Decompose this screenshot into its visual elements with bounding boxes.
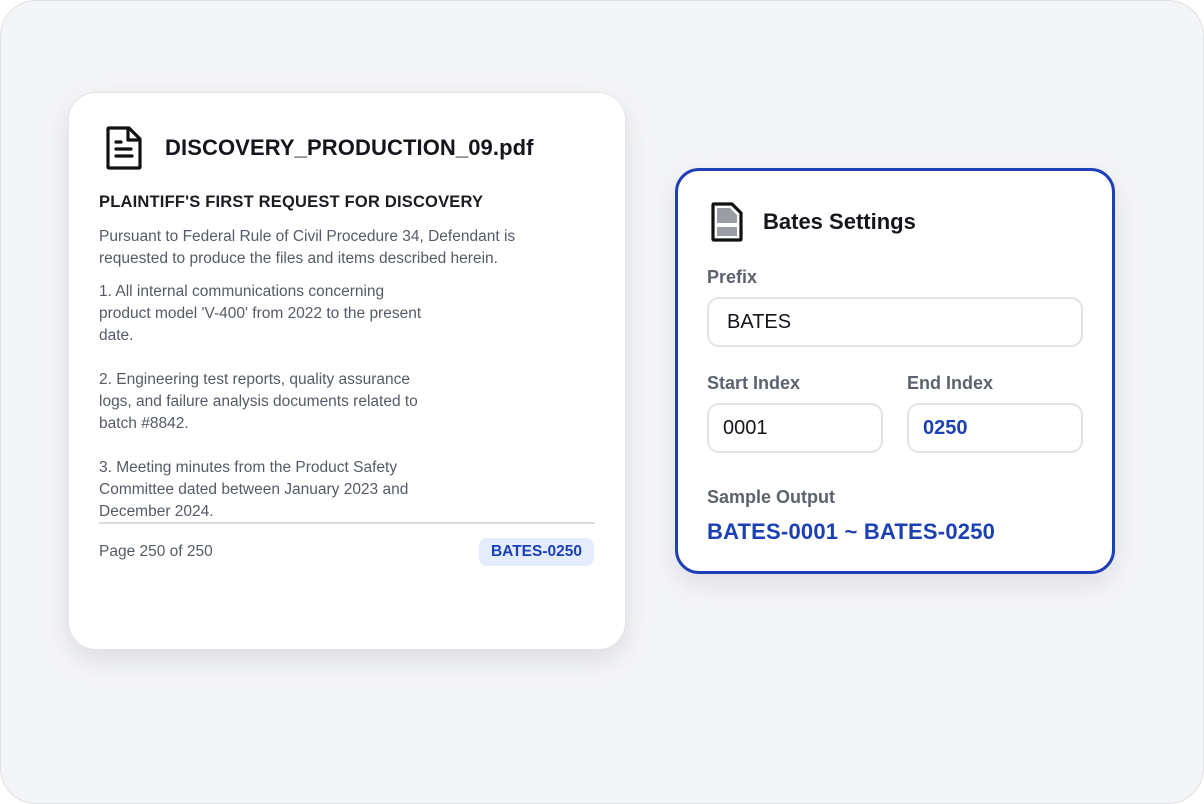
- prefix-label: Prefix: [707, 267, 758, 287]
- document-header: DISCOVERY_PRODUCTION_09.pdf: [105, 125, 534, 171]
- document-heading: PLAINTIFF'S FIRST REQUEST FOR DISCOVERY: [99, 193, 484, 211]
- end-index-label: End Index: [907, 373, 994, 393]
- bates-file-icon: [711, 202, 743, 242]
- settings-header: Bates Settings: [710, 201, 916, 243]
- document-icon: [106, 126, 142, 170]
- bates-stamp-badge: BATES-0250: [478, 538, 594, 566]
- document-intro: Pursuant to Federal Rule of Civil Proced…: [99, 228, 516, 267]
- page-indicator: Page 250 of 250: [99, 543, 213, 560]
- request-item-1: 1. All internal communications concernin…: [99, 283, 422, 344]
- sample-output-value: BATES-0001 ~ BATES-0250: [707, 519, 996, 544]
- document-filename: DISCOVERY_PRODUCTION_09.pdf: [165, 135, 534, 160]
- prefix-input[interactable]: [707, 297, 1083, 347]
- end-index-input[interactable]: [907, 403, 1083, 453]
- sample-output-label: Sample Output: [707, 487, 836, 507]
- request-item-3: 3. Meeting minutes from the Product Safe…: [99, 459, 409, 520]
- bates-settings-panel: Bates Settings Prefix Start Index End In…: [675, 168, 1115, 574]
- settings-title: Bates Settings: [763, 209, 916, 234]
- canvas-background: DISCOVERY_PRODUCTION_09.pdf PLAINTIFF'S …: [0, 0, 1204, 804]
- document-request-list: 1. All internal communications concernin…: [99, 281, 429, 545]
- start-index-label: Start Index: [707, 373, 801, 393]
- request-item-2: 2. Engineering test reports, quality ass…: [99, 371, 418, 432]
- document-preview-card: DISCOVERY_PRODUCTION_09.pdf PLAINTIFF'S …: [68, 92, 626, 650]
- document-footer-divider: [99, 522, 595, 524]
- start-index-input[interactable]: [707, 403, 883, 453]
